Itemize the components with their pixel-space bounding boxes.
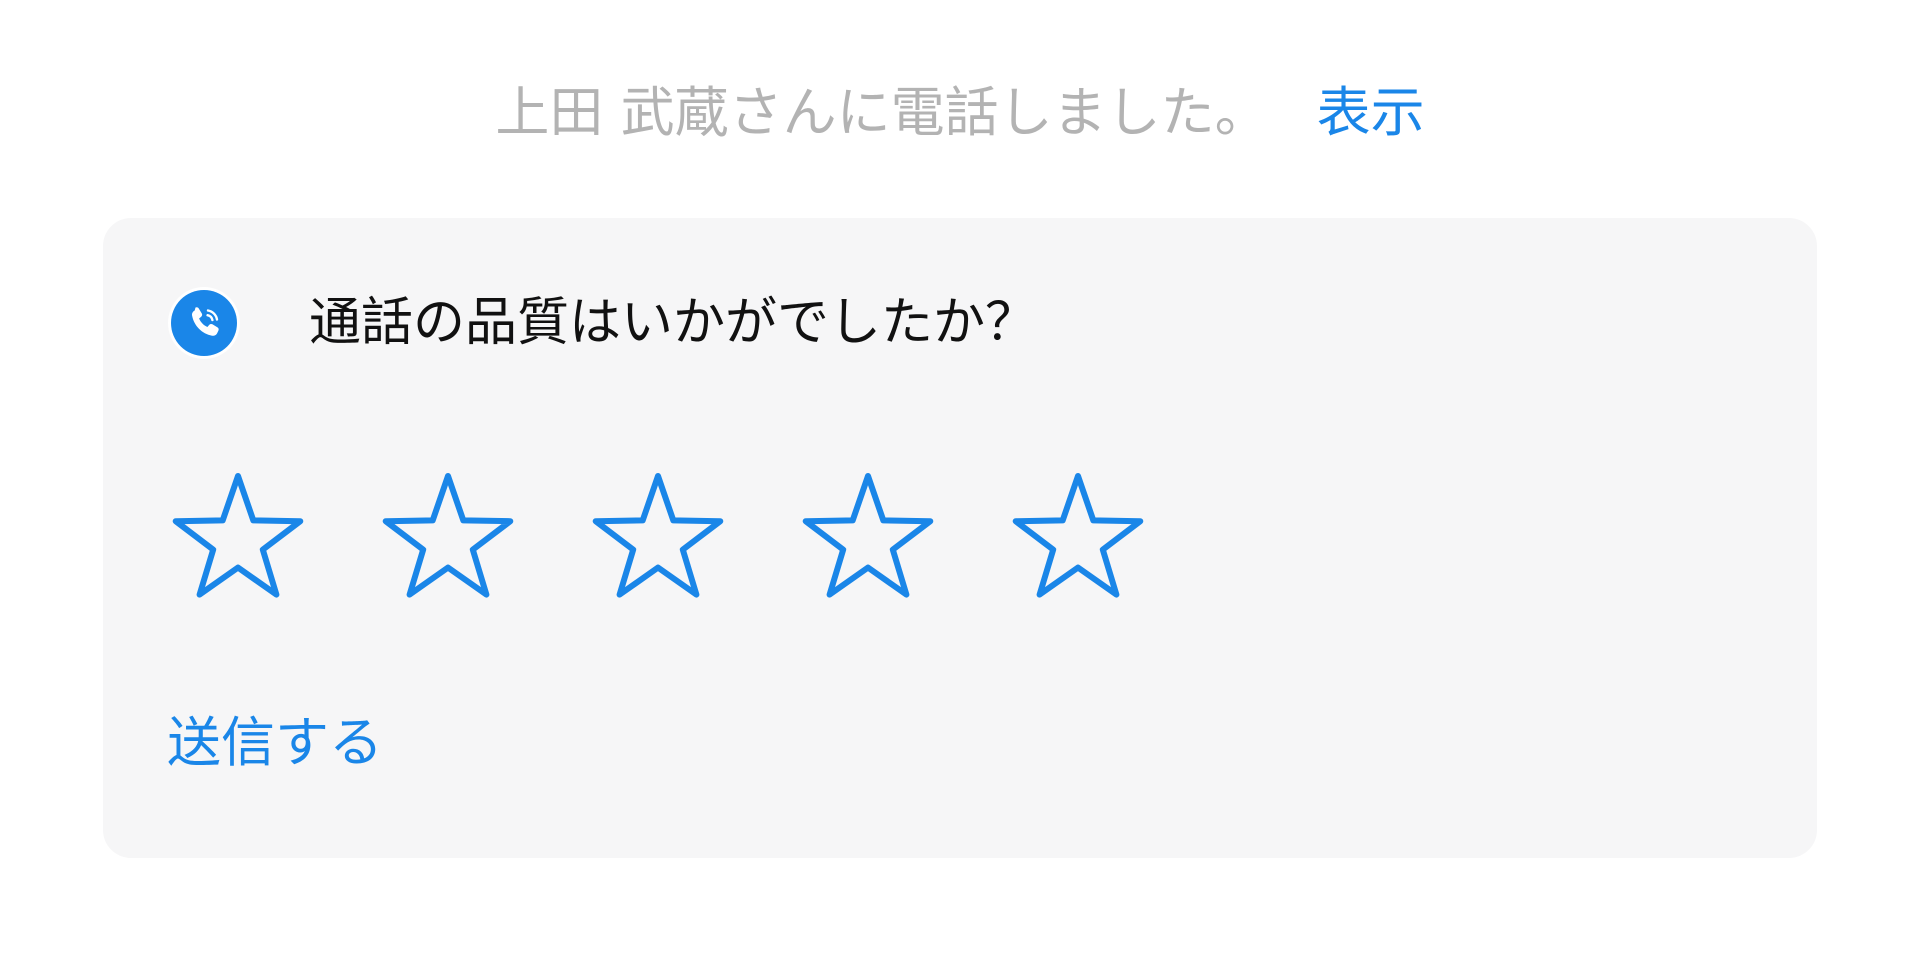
call-notice: 上田 武蔵さんに電話しました。 表示 — [0, 78, 1920, 148]
phone-icon — [168, 287, 240, 359]
star-2-icon[interactable] — [375, 468, 521, 614]
card-header: 通話の品質はいかがでしたか？ — [167, 287, 1038, 359]
star-5-icon[interactable] — [1005, 468, 1151, 614]
submit-button[interactable]: 送信する — [167, 708, 383, 778]
star-1-icon[interactable] — [165, 468, 311, 614]
star-4-icon[interactable] — [795, 468, 941, 614]
call-notice-text: 上田 武蔵さんに電話しました。 — [495, 81, 1269, 144]
star-rating — [165, 468, 1215, 614]
call-quality-card: 通話の品質はいかがでしたか？ 送信する — [103, 218, 1817, 858]
call-quality-question: 通話の品質はいかがでしたか？ — [309, 293, 1038, 353]
star-3-icon[interactable] — [585, 468, 731, 614]
view-link[interactable]: 表示 — [1317, 81, 1425, 144]
call-feedback-view: 上田 武蔵さんに電話しました。 表示 通話の品質はいかがでしたか？ 送信する — [0, 0, 1920, 953]
